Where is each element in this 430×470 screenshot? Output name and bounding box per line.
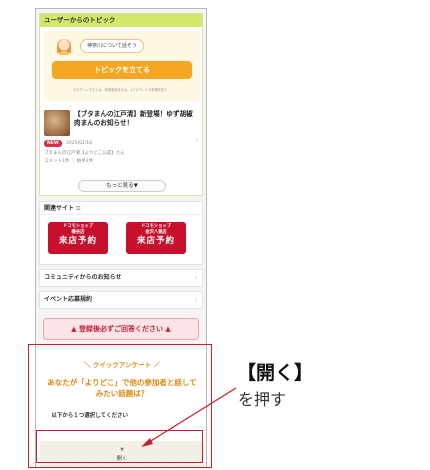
annotation-arrow xyxy=(141,387,237,447)
annotation-subtitle: を押す xyxy=(238,390,287,409)
annotation-title: 【開く】 xyxy=(237,362,314,384)
